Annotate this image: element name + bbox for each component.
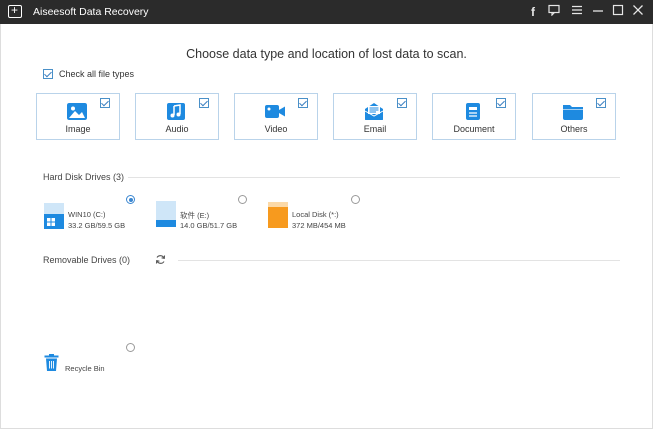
windows-logo-icon bbox=[47, 218, 55, 226]
folder-icon bbox=[563, 105, 583, 120]
drive-c-radio[interactable] bbox=[126, 195, 135, 204]
app-logo-icon bbox=[8, 3, 22, 18]
document-icon bbox=[466, 103, 480, 120]
audio-label: Audio bbox=[165, 124, 189, 134]
removable-drives-title: Removable Drives (0) bbox=[43, 255, 131, 265]
email-label: Email bbox=[363, 124, 387, 134]
local-disk-name: Local Disk (*:) bbox=[292, 210, 339, 219]
audio-checkbox[interactable] bbox=[199, 98, 209, 108]
video-checkbox[interactable] bbox=[298, 98, 308, 108]
minimize-icon[interactable] bbox=[591, 4, 605, 20]
check-all-label: Check all file types bbox=[59, 69, 135, 79]
hard-disk-divider bbox=[128, 177, 620, 178]
refresh-icon[interactable] bbox=[155, 254, 166, 265]
check-all-checkbox[interactable] bbox=[43, 69, 53, 79]
drive-e-name: 软件 (E:) bbox=[180, 211, 210, 220]
image-icon bbox=[67, 103, 87, 120]
drive-e-usage-bar bbox=[156, 219, 176, 227]
others-label: Others bbox=[560, 124, 588, 134]
file-type-document-card[interactable]: Document bbox=[432, 93, 516, 140]
menu-icon[interactable] bbox=[570, 4, 584, 20]
title-bar: Aiseesoft Data Recovery f bbox=[0, 0, 653, 24]
close-icon[interactable] bbox=[631, 4, 645, 20]
drive-c-size: 33.2 GB/59.5 GB bbox=[68, 221, 126, 230]
maximize-icon[interactable] bbox=[611, 4, 625, 20]
file-type-image-card[interactable]: Image bbox=[36, 93, 120, 140]
window-title: Aiseesoft Data Recovery bbox=[33, 6, 149, 18]
drive-c-icon[interactable] bbox=[44, 203, 64, 229]
local-disk-size: 372 MB/454 MB bbox=[292, 221, 346, 230]
local-disk-usage-bar bbox=[268, 206, 288, 228]
hard-disk-drives-title: Hard Disk Drives (3) bbox=[43, 172, 125, 182]
video-icon bbox=[265, 105, 285, 118]
file-type-email-card[interactable]: Email bbox=[333, 93, 417, 140]
file-type-audio-card[interactable]: Audio bbox=[135, 93, 219, 140]
local-disk-icon[interactable] bbox=[268, 202, 288, 228]
drive-e-radio[interactable] bbox=[238, 195, 247, 204]
image-checkbox[interactable] bbox=[100, 98, 110, 108]
removable-divider bbox=[178, 260, 620, 261]
image-label: Image bbox=[65, 124, 91, 134]
email-icon bbox=[364, 103, 384, 120]
drive-e-size: 14.0 GB/51.7 GB bbox=[180, 221, 238, 230]
document-checkbox[interactable] bbox=[496, 98, 506, 108]
document-label: Document bbox=[453, 124, 495, 134]
trash-icon[interactable] bbox=[44, 354, 59, 371]
others-checkbox[interactable] bbox=[596, 98, 606, 108]
feedback-icon[interactable] bbox=[547, 4, 561, 20]
file-type-video-card[interactable]: Video bbox=[234, 93, 318, 140]
drive-e-icon[interactable] bbox=[156, 201, 176, 227]
audio-icon bbox=[167, 103, 185, 120]
local-disk-radio[interactable] bbox=[351, 195, 360, 204]
recycle-bin-radio[interactable] bbox=[126, 343, 135, 352]
video-label: Video bbox=[264, 124, 288, 134]
facebook-icon[interactable]: f bbox=[526, 4, 540, 20]
email-checkbox[interactable] bbox=[397, 98, 407, 108]
recycle-bin-label: Recycle Bin bbox=[65, 364, 105, 373]
file-type-others-card[interactable]: Others bbox=[532, 93, 616, 140]
page-title: Choose data type and location of lost da… bbox=[186, 47, 467, 61]
drive-c-name: WIN10 (C:) bbox=[68, 210, 106, 219]
